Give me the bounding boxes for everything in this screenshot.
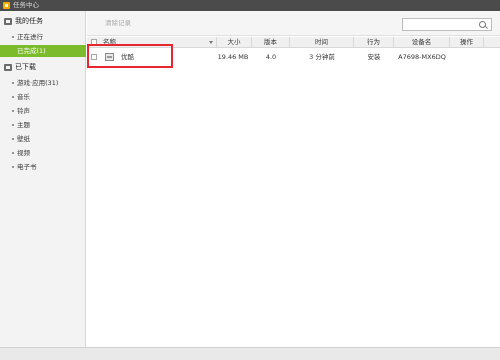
search-box[interactable] [402, 18, 492, 31]
sidebar-item-label: 电子书 [17, 163, 37, 171]
sort-arrow-icon [209, 41, 213, 44]
download-folder-icon [4, 64, 12, 71]
sidebar-item-in-progress[interactable]: 正在进行 [0, 31, 86, 43]
column-header-action[interactable]: 行为 [354, 37, 394, 48]
search-input[interactable] [405, 20, 475, 29]
bullet-icon [12, 124, 14, 126]
sidebar-item-music[interactable]: 音乐 [0, 91, 86, 103]
highlight-annotation-box [87, 44, 173, 68]
bullet-icon [12, 166, 14, 168]
sidebar-item-label: 主题 [17, 121, 30, 129]
bullet-icon [12, 138, 14, 140]
column-header-version[interactable]: 版本 [252, 37, 290, 48]
sidebar-section-downloaded[interactable]: 已下载 [0, 61, 86, 74]
sidebar-section-my-tasks[interactable]: 我的任务 [0, 15, 86, 28]
sidebar-item-wallpapers[interactable]: 壁纸 [0, 133, 86, 145]
column-header-operation[interactable]: 操作 [450, 37, 484, 48]
bullet-icon [12, 110, 14, 112]
sidebar-item-ringtones[interactable]: 铃声 [0, 105, 86, 117]
sidebar-item-label: 视频 [17, 149, 30, 157]
clear-records-button[interactable]: 清除记录 [105, 19, 131, 27]
app-logo-icon [3, 2, 10, 9]
column-header-device[interactable]: 设备名 [394, 37, 450, 48]
bullet-icon [12, 82, 14, 84]
title-bar: 任务中心 [0, 0, 500, 11]
column-header-time[interactable]: 时间 [290, 37, 354, 48]
sidebar-section-label: 已下载 [15, 63, 36, 71]
status-bar [0, 347, 500, 360]
sidebar-item-label: 游戏·应用(31) [17, 79, 59, 87]
sidebar-section-label: 我的任务 [15, 17, 43, 25]
bullet-icon [12, 96, 14, 98]
bullet-icon [12, 152, 14, 154]
sidebar-item-label: 已完成(1) [17, 47, 46, 55]
row-operation[interactable] [450, 49, 484, 65]
sidebar-item-games-apps[interactable]: 游戏·应用(31) [0, 77, 86, 89]
sidebar-item-label: 铃声 [17, 107, 30, 115]
row-version: 4.0 [265, 53, 277, 61]
row-time: 3 分钟前 [309, 53, 335, 61]
column-header-size[interactable]: 大小 [217, 37, 252, 48]
sidebar-item-themes[interactable]: 主题 [0, 119, 86, 131]
toolbar: 清除记录 [87, 11, 500, 36]
sidebar-item-completed[interactable]: 已完成(1) [0, 45, 86, 57]
sidebar-item-label: 音乐 [17, 93, 30, 101]
bullet-icon [12, 36, 14, 38]
window-title: 任务中心 [13, 1, 39, 9]
sidebar: 我的任务 正在进行 已完成(1) 已下载 游戏·应用(31) 音乐 铃声 主题 … [0, 11, 86, 347]
sidebar-item-ebooks[interactable]: 电子书 [0, 161, 86, 173]
row-device: A7698-MX6DQ [398, 53, 446, 61]
sidebar-item-label: 正在进行 [17, 33, 43, 41]
sidebar-item-label: 壁纸 [17, 135, 30, 143]
search-icon[interactable] [479, 21, 486, 28]
sidebar-item-videos[interactable]: 视频 [0, 147, 86, 159]
task-list-icon [4, 18, 12, 25]
